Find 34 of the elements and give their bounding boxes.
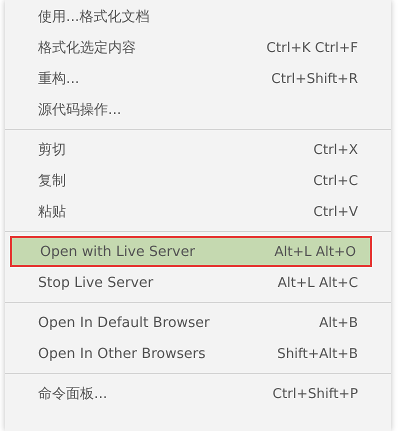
menu-item[interactable]: Stop Live Server Alt+L Alt+C [5, 267, 372, 298]
shortcut-text: Ctrl+V [313, 204, 358, 220]
menu-item-label: Open In Other Browsers [38, 346, 206, 362]
menu-item[interactable]: 重构... Ctrl+Shift+R [5, 63, 372, 94]
menu-item-label: 复制 [38, 172, 66, 190]
menu-item[interactable]: 剪切 Ctrl+X [5, 134, 372, 165]
menu-item-label: Open with Live Server [40, 244, 195, 260]
shortcut-text: Ctrl+Shift+R [271, 70, 358, 86]
shortcut-text: Ctrl+C [313, 172, 358, 188]
shortcut-text: Alt+L Alt+C [278, 274, 358, 290]
menu-item-label: 格式化选定内容 [38, 38, 136, 56]
menu-item[interactable]: Open In Default Browser Alt+B [5, 307, 372, 338]
menu-item-label: 使用...格式化文档 [38, 8, 150, 26]
shortcut-text: Alt+L Alt+O [274, 244, 356, 260]
shortcut-text: Ctrl+K Ctrl+F [266, 40, 358, 56]
menu-item[interactable]: 命令面板... Ctrl+Shift+P [5, 378, 372, 409]
menu-item-label: Stop Live Server [38, 274, 154, 290]
shortcut-text: Ctrl+X [313, 142, 358, 158]
shortcut-text: Ctrl+Shift+P [272, 386, 358, 402]
menu-item[interactable]: 源代码操作... [5, 94, 372, 125]
menu-item[interactable]: Open with Live Server Alt+L Alt+O [10, 236, 372, 267]
menu-item-label: 重构... [38, 70, 80, 88]
menu-item-label: 剪切 [38, 140, 66, 158]
menu-item[interactable]: 格式化选定内容 Ctrl+K Ctrl+F [5, 32, 372, 63]
shortcut-text: Shift+Alt+B [277, 346, 358, 362]
menu-item[interactable]: Open In Other Browsers Shift+Alt+B [5, 338, 372, 369]
menu-item-label: 粘贴 [38, 202, 66, 220]
menu-item-label: 命令面板... [38, 384, 108, 402]
shortcut-text: Alt+B [319, 314, 358, 330]
menu-item-label: Open In Default Browser [38, 314, 210, 330]
menu-item[interactable]: 使用...格式化文档 [5, 1, 372, 32]
menu-item-label: 源代码操作... [38, 100, 122, 118]
menu-item[interactable]: 粘贴 Ctrl+V [5, 196, 372, 227]
menu-item[interactable]: 复制 Ctrl+C [5, 165, 372, 196]
